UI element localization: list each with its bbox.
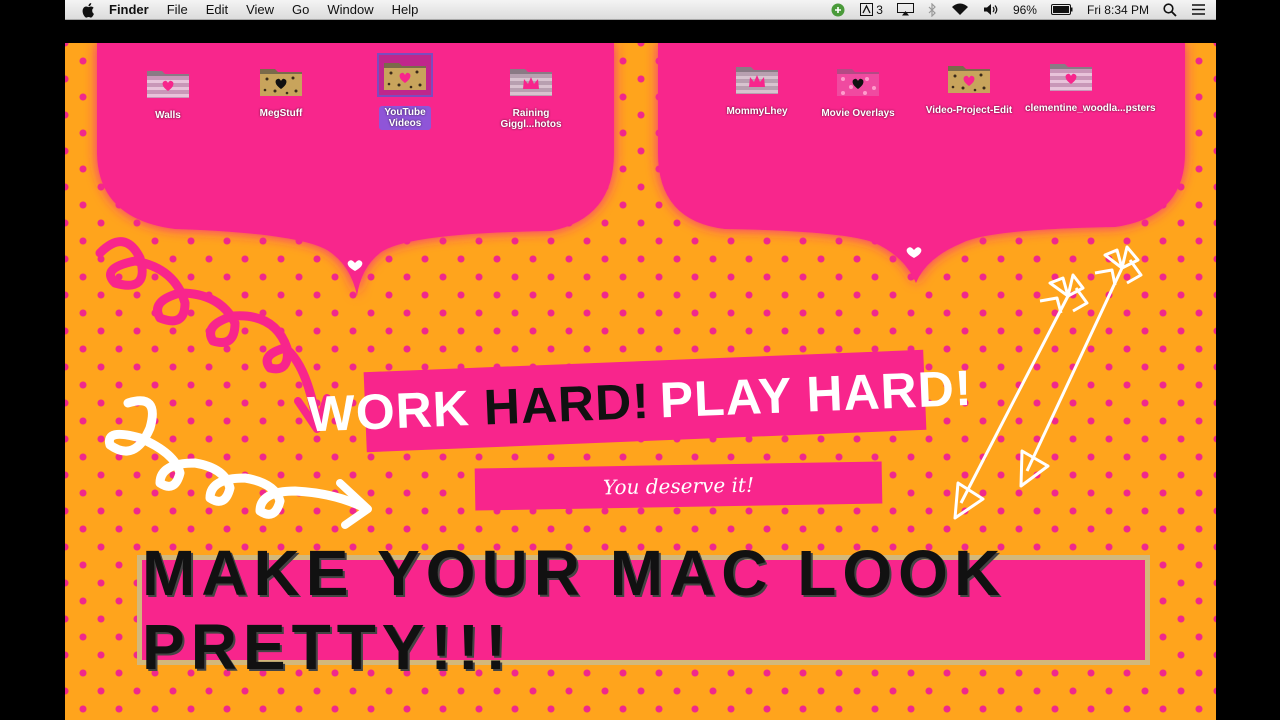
icon-label: Raining Giggl...hotos: [500, 108, 562, 130]
menu-edit[interactable]: Edit: [206, 2, 228, 17]
desktop[interactable]: Walls MegStuff YouTube Videos Raining Gi…: [65, 43, 1216, 720]
icon-label: Movie Overlays: [821, 108, 895, 119]
menu-window[interactable]: Window: [327, 2, 373, 17]
headline-word-play: PLAY: [658, 367, 794, 429]
menu-go[interactable]: Go: [292, 2, 309, 17]
battery-percent[interactable]: 96%: [1013, 3, 1037, 17]
status-area: 3 96% Fri 8:34 PM: [830, 2, 1206, 18]
apple-icon[interactable]: [81, 2, 97, 18]
icon-label: clementine_woodla...psters: [1025, 103, 1156, 114]
headline-word-hard: HARD!: [482, 372, 651, 436]
headline-word-hard-2: HARD!: [805, 359, 974, 423]
spotlight-search-icon[interactable]: [1163, 2, 1177, 17]
folder-walls[interactable]: Walls: [122, 67, 214, 121]
battery-icon[interactable]: [1050, 4, 1073, 15]
white-arrow-right: [1019, 245, 1143, 488]
adobe-count: 3: [876, 2, 883, 17]
folder-raining-giggles-photos[interactable]: Raining Giggl...hotos: [485, 65, 577, 130]
pink-swirl-arrow: [95, 237, 320, 418]
airplay-icon[interactable]: [896, 3, 914, 16]
icon-label: MommyLhey: [726, 106, 788, 117]
adobe-menu[interactable]: 3: [860, 3, 883, 17]
leopard-heart-folder-icon: [377, 53, 433, 97]
clock[interactable]: Fri 8:34 PM: [1087, 3, 1149, 17]
leopard-heart-folder-icon: [260, 69, 302, 96]
folder-movie-overlays[interactable]: Movie Overlays: [812, 65, 904, 119]
crown-folder-icon: [510, 69, 552, 96]
menu-help[interactable]: Help: [392, 2, 419, 17]
crown-folder-icon: [736, 67, 778, 94]
tagline-text: You deserve it!: [602, 472, 755, 500]
headline-word-work: WORK: [306, 380, 471, 443]
adobe-icon: [860, 3, 874, 16]
menu-bar: Finder File Edit View Go Window Help 3 9…: [65, 0, 1216, 20]
folder-video-project-edit[interactable]: Video-Project-Edit: [923, 62, 1015, 116]
pink-heart-folder-icon: [1050, 64, 1092, 91]
tagline-banner: You deserve it!: [474, 461, 883, 511]
folder-clementine-woodland-posters[interactable]: clementine_woodla...psters: [1025, 60, 1156, 114]
title-banner: MAKE YOUR MAC LOOK PRETTY!!!: [137, 537, 1150, 683]
wifi-icon[interactable]: [951, 3, 969, 16]
sync-icon[interactable]: [830, 2, 846, 18]
folder-megstuff[interactable]: MegStuff: [235, 65, 327, 119]
pink-heart-folder-icon: [147, 71, 189, 98]
icon-label: Walls: [155, 110, 181, 121]
menu-finder[interactable]: Finder: [109, 2, 149, 17]
pink-dots-folder-icon: [837, 69, 879, 96]
leopard-heart-folder-icon: [948, 66, 990, 93]
folder-mommylhey[interactable]: MommyLhey: [711, 63, 803, 117]
title-text: MAKE YOUR MAC LOOK PRETTY!!!: [142, 537, 1007, 683]
folder-youtube-videos[interactable]: YouTube Videos: [359, 53, 451, 131]
icon-label: Video-Project-Edit: [925, 105, 1013, 116]
menu-view[interactable]: View: [246, 2, 274, 17]
menu-file[interactable]: File: [167, 2, 188, 17]
notification-center-icon[interactable]: [1191, 3, 1206, 16]
icon-label: YouTube Videos: [379, 106, 431, 130]
bluetooth-icon[interactable]: [928, 2, 937, 17]
volume-icon[interactable]: [983, 3, 999, 16]
icon-label: MegStuff: [259, 108, 303, 119]
